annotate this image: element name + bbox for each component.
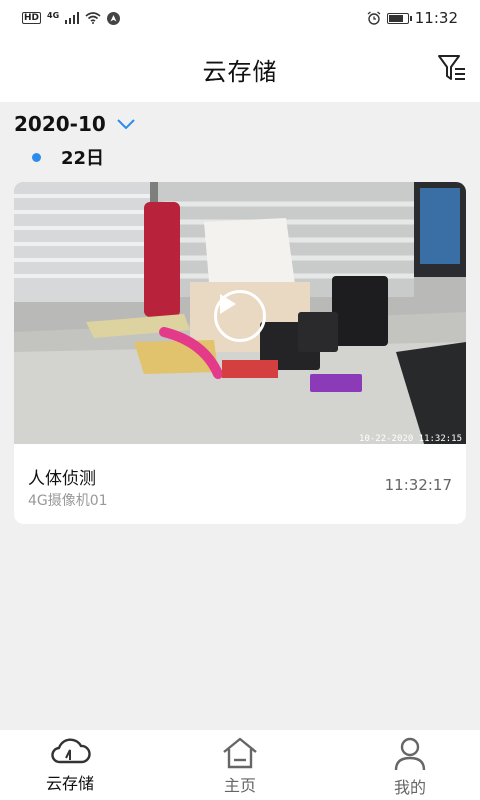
record-card[interactable]: 10-22-2020 11:32:15 人体侦测 4G摄像机01 11:32:1… bbox=[14, 182, 466, 524]
person-icon bbox=[394, 737, 426, 771]
timeline-dot bbox=[32, 152, 41, 162]
record-time: 11:32:17 bbox=[384, 476, 452, 494]
alarm-icon bbox=[367, 11, 381, 25]
play-button[interactable] bbox=[214, 290, 266, 342]
home-icon bbox=[223, 737, 257, 769]
chevron-down-icon bbox=[117, 119, 135, 130]
page-title: 云存储 bbox=[202, 57, 278, 86]
nav-label-profile: 我的 bbox=[393, 778, 426, 797]
network-type: 4G bbox=[47, 10, 60, 20]
status-bar: HD 4G 11:32 bbox=[0, 0, 480, 36]
navigation-icon bbox=[107, 11, 121, 25]
signal-icon bbox=[65, 12, 80, 24]
battery-icon bbox=[386, 12, 412, 24]
video-thumbnail[interactable]: 10-22-2020 11:32:15 bbox=[14, 182, 466, 444]
status-icons-left: HD 4G bbox=[22, 10, 121, 26]
status-time: 11:32 bbox=[414, 9, 458, 27]
thumbnail-timestamp: 10-22-2020 11:32:15 bbox=[359, 434, 462, 444]
record-camera-name: 4G摄像机01 bbox=[28, 493, 108, 509]
record-event-title: 人体侦测 bbox=[28, 469, 96, 489]
day-header: 22日 bbox=[32, 144, 104, 170]
wifi-icon bbox=[85, 12, 101, 24]
bottom-nav: 云存储 主页 我的 bbox=[0, 730, 480, 800]
nav-label-cloud-storage: 云存储 bbox=[45, 774, 94, 793]
nav-item-cloud-storage[interactable]: 云存储 bbox=[34, 730, 106, 800]
nav-item-home[interactable]: 主页 bbox=[204, 730, 276, 800]
month-selector[interactable]: 2020-10 bbox=[14, 110, 136, 138]
filter-icon bbox=[438, 55, 465, 80]
filter-button[interactable] bbox=[434, 50, 470, 86]
month-label: 2020-10 bbox=[14, 112, 106, 136]
cloud-icon bbox=[51, 738, 91, 764]
nav-item-profile[interactable]: 我的 bbox=[374, 730, 446, 800]
app-header: 云存储 bbox=[0, 36, 480, 102]
hd-badge: HD bbox=[22, 12, 42, 24]
day-label: 22日 bbox=[61, 148, 105, 169]
status-icons-right: 11:32 bbox=[367, 9, 458, 27]
nav-label-home: 主页 bbox=[223, 776, 256, 795]
play-icon bbox=[220, 294, 236, 314]
